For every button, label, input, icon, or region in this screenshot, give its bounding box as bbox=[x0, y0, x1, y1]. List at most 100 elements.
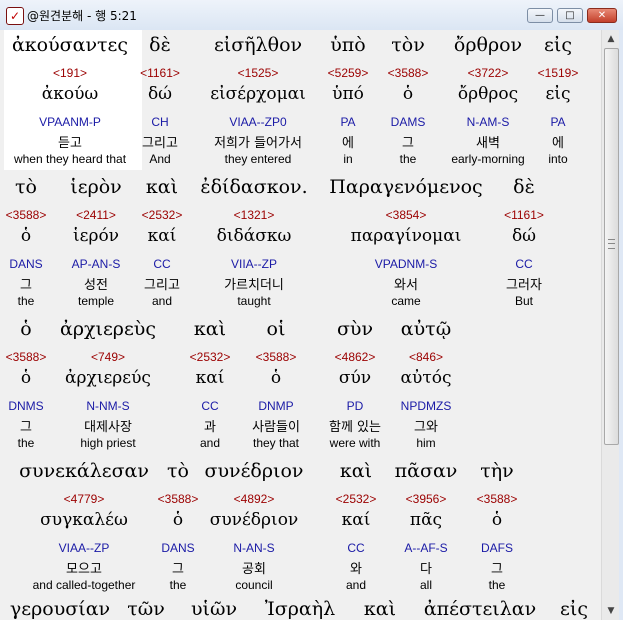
english-gloss: And bbox=[149, 152, 171, 166]
strong-number[interactable]: <2411> bbox=[76, 208, 116, 222]
maximize-button[interactable]: □ bbox=[557, 8, 583, 23]
english-gloss: But bbox=[514, 294, 534, 308]
lexical-form: συγκαλέω bbox=[40, 510, 128, 530]
greek-word: τὸ bbox=[167, 460, 189, 482]
parsing-code: DNMP bbox=[258, 399, 294, 413]
interlinear-view[interactable]: ἀκούσαντες <191> ἀκούω VPAANM-P 듣고 when they … bbox=[0, 30, 601, 620]
korean-gloss: 그러자 bbox=[506, 278, 542, 293]
strong-number[interactable]: <2532> bbox=[336, 492, 377, 506]
strong-number[interactable]: <3588> bbox=[6, 208, 47, 222]
scroll-up-arrow-icon[interactable]: ▲ bbox=[602, 30, 620, 48]
strong-number[interactable]: <1519> bbox=[538, 66, 579, 80]
parsing-code: CC bbox=[201, 399, 219, 413]
scroll-thumb[interactable] bbox=[604, 48, 619, 445]
strong-number[interactable]: <4892> bbox=[234, 492, 275, 506]
korean-gloss: 사람들이 bbox=[252, 420, 300, 435]
strong-number[interactable]: <1321> bbox=[234, 208, 275, 222]
strong-number[interactable]: <3722> bbox=[468, 66, 509, 80]
strong-number[interactable]: <4862> bbox=[335, 350, 376, 364]
english-gloss: and bbox=[199, 436, 221, 450]
strong-number[interactable]: <3588> bbox=[477, 492, 518, 506]
strong-number[interactable]: <3588> bbox=[256, 350, 297, 364]
lexical-form: παραγίνομαι bbox=[350, 226, 462, 246]
scroll-down-arrow-icon[interactable]: ▼ bbox=[602, 602, 620, 620]
lexical-form: δώ bbox=[511, 226, 537, 246]
vertical-scrollbar[interactable]: ▲ ▼ bbox=[601, 30, 620, 620]
korean-gloss: 그 bbox=[20, 420, 32, 435]
strong-number[interactable]: <1525> bbox=[238, 66, 279, 80]
lexical-form: ὁ bbox=[172, 510, 184, 530]
strong-number[interactable]: <2532> bbox=[142, 208, 183, 222]
parsing-code: VIAA--ZP0 bbox=[229, 115, 287, 129]
strong-number[interactable]: <4779> bbox=[64, 492, 105, 506]
english-gloss: the bbox=[488, 578, 506, 592]
parsing-code: DANS bbox=[9, 257, 43, 271]
strong-number[interactable]: <3588> bbox=[158, 492, 199, 506]
english-gloss: him bbox=[416, 436, 436, 450]
strong-number[interactable]: <191> bbox=[53, 66, 87, 80]
greek-word: εἰσῆλθον bbox=[213, 34, 303, 56]
lexical-form: καί bbox=[341, 510, 371, 530]
parsing-code: CC bbox=[153, 257, 171, 271]
english-gloss: the bbox=[169, 578, 187, 592]
strong-number[interactable]: <1161> bbox=[140, 66, 180, 80]
greek-word: δὲ bbox=[149, 34, 171, 56]
greek-word: τῶν bbox=[127, 598, 165, 620]
korean-gloss: 가르치더니 bbox=[224, 278, 284, 293]
lexical-form: ἀρχιερεύς bbox=[65, 368, 151, 388]
korean-gloss: 그와 bbox=[414, 420, 438, 435]
parsing-code: VPADNM-S bbox=[374, 257, 438, 271]
korean-gloss: 그 bbox=[172, 562, 184, 577]
strong-number[interactable]: <3588> bbox=[6, 350, 47, 364]
korean-gloss: 와 bbox=[350, 562, 362, 577]
korean-gloss: 과 bbox=[204, 420, 216, 435]
korean-gloss: 성전 bbox=[84, 278, 108, 293]
greek-word: εἰς bbox=[560, 598, 588, 620]
korean-gloss: 그 bbox=[20, 278, 32, 293]
lexical-form: ἱερόν bbox=[72, 226, 120, 246]
english-gloss: early-morning bbox=[451, 152, 525, 166]
korean-gloss: 에 bbox=[552, 136, 564, 151]
parsing-code: NPDMZS bbox=[400, 399, 452, 413]
lexical-form: ὁ bbox=[20, 226, 32, 246]
strong-number[interactable]: <3854> bbox=[386, 208, 427, 222]
lexical-form: αὐτός bbox=[400, 368, 452, 388]
korean-gloss: 그리고 bbox=[144, 278, 180, 293]
greek-word: εἰς bbox=[544, 34, 572, 56]
parsing-code: A--AF-S bbox=[404, 541, 448, 555]
parsing-code: DAMS bbox=[390, 115, 426, 129]
parsing-code: N-NM-S bbox=[86, 399, 130, 413]
english-gloss: and bbox=[345, 578, 367, 592]
greek-word: γερουσίαν bbox=[9, 598, 111, 620]
greek-word: συνεκάλεσαν bbox=[19, 460, 149, 482]
greek-word: οἱ bbox=[266, 318, 286, 340]
strong-number[interactable]: <846> bbox=[409, 350, 443, 364]
close-button[interactable]: ✕ bbox=[587, 8, 617, 23]
greek-word: καὶ bbox=[193, 318, 227, 340]
strong-number[interactable]: <3588> bbox=[388, 66, 429, 80]
english-gloss: all bbox=[419, 578, 433, 592]
strong-number[interactable]: <5259> bbox=[328, 66, 369, 80]
korean-gloss: 에 bbox=[342, 136, 354, 151]
window-title: @원견분해 - 행 5:21 bbox=[27, 9, 137, 23]
strong-number[interactable]: <3956> bbox=[406, 492, 447, 506]
minimize-button[interactable]: — bbox=[527, 8, 553, 23]
greek-word: καὶ bbox=[363, 598, 397, 620]
greek-word: ὑπὸ bbox=[330, 34, 366, 56]
greek-word: τὸν bbox=[391, 34, 425, 56]
english-gloss: council bbox=[235, 578, 273, 592]
greek-word: ὁ bbox=[20, 318, 32, 340]
korean-gloss: 대제사장 bbox=[84, 420, 132, 435]
greek-word: Ἰσραὴλ bbox=[264, 598, 336, 620]
english-gloss: came bbox=[391, 294, 421, 308]
strong-number[interactable]: <749> bbox=[91, 350, 125, 364]
lexical-form: εἰς bbox=[545, 84, 571, 104]
greek-word: καὶ bbox=[145, 176, 179, 198]
korean-gloss: 함께 있는 bbox=[329, 420, 381, 435]
parsing-code: PD bbox=[346, 399, 364, 413]
lexical-form: ἀκούω bbox=[41, 84, 99, 104]
strong-number[interactable]: <2532> bbox=[190, 350, 231, 364]
strong-number[interactable]: <1161> bbox=[504, 208, 544, 222]
english-gloss: the bbox=[17, 436, 35, 450]
korean-gloss: 듣고 bbox=[58, 136, 82, 151]
